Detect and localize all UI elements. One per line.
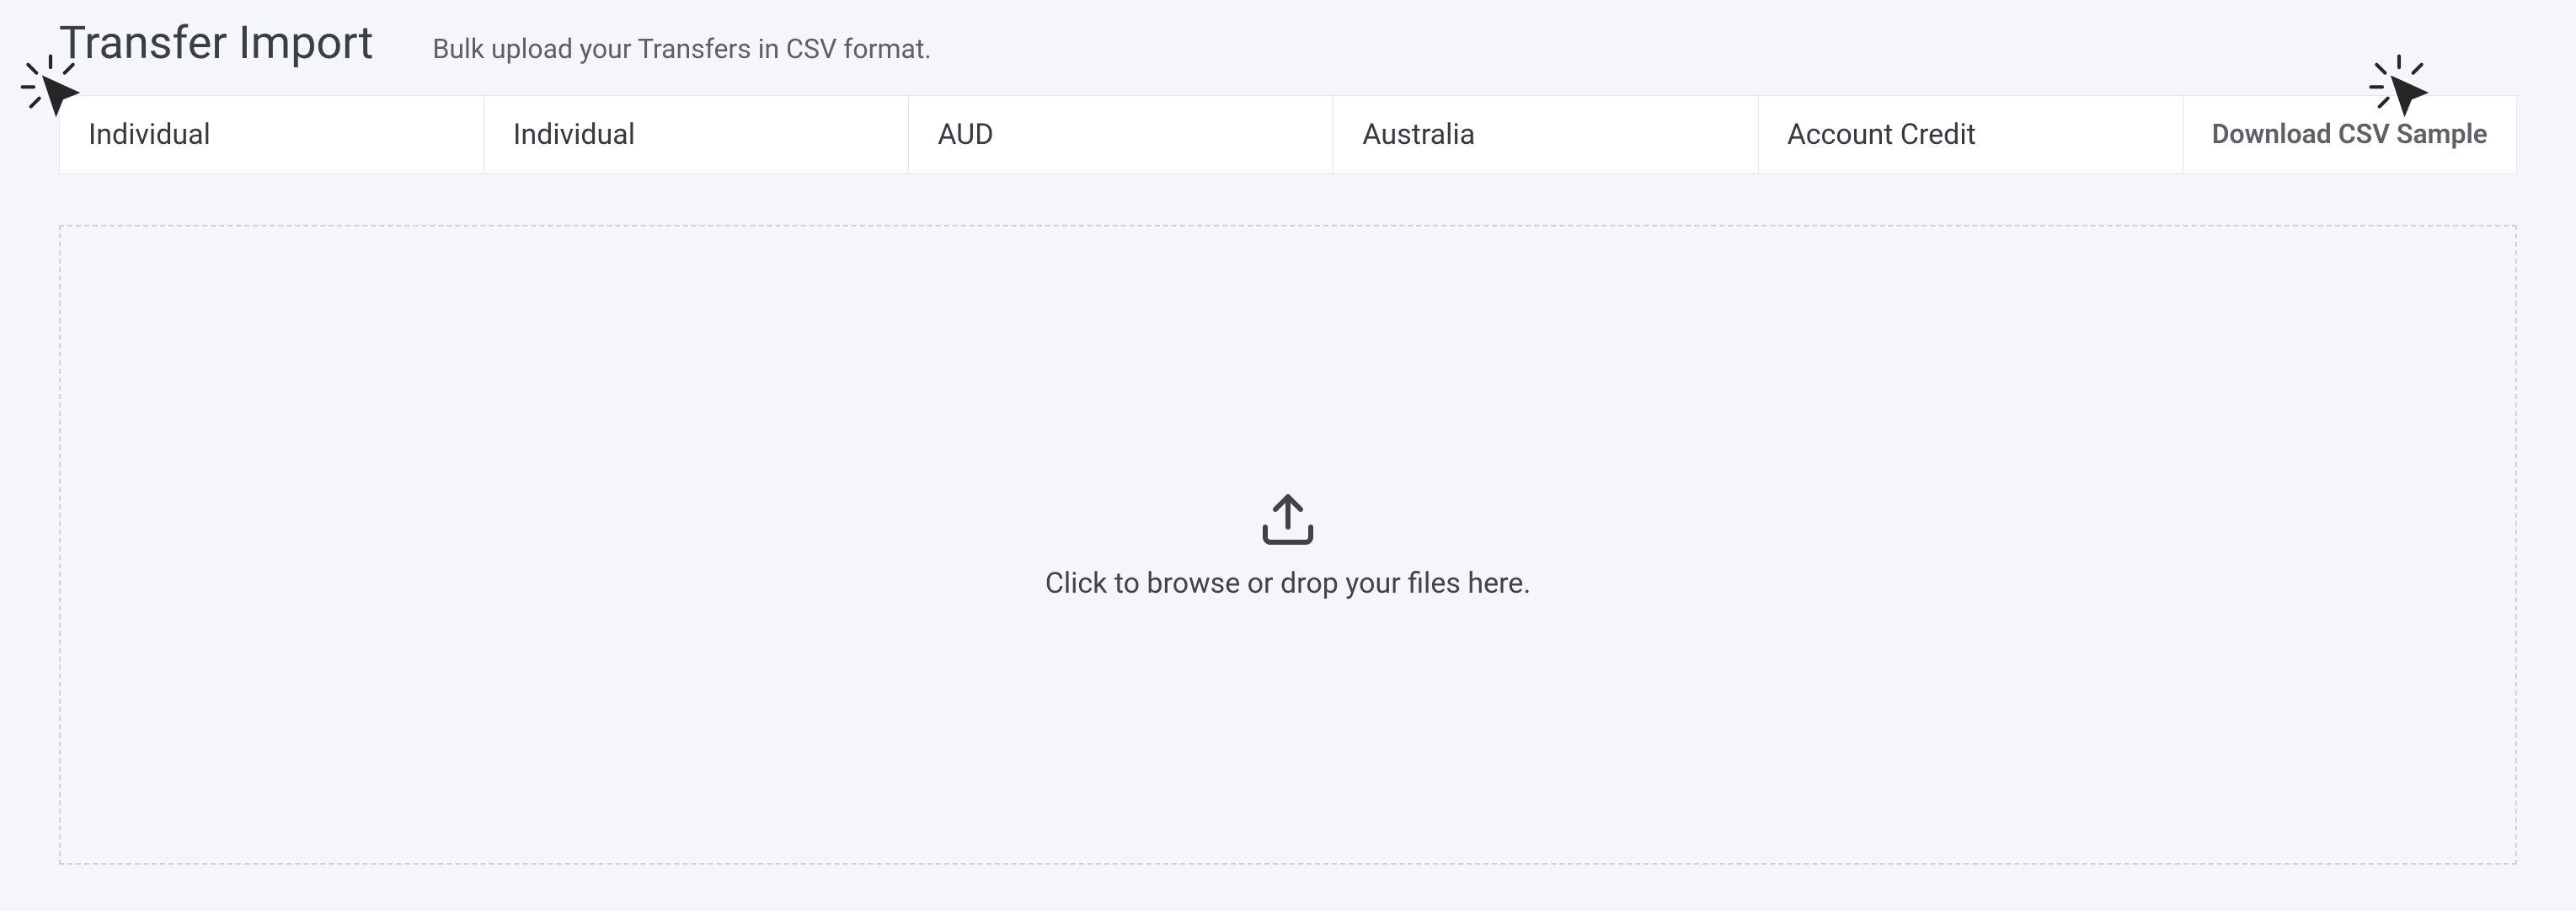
page-title: Transfer Import <box>59 17 373 70</box>
filter-sender-type[interactable]: Individual <box>59 95 484 174</box>
upload-icon <box>1258 489 1318 550</box>
filter-payment-method[interactable]: Account Credit <box>1759 95 2183 174</box>
filter-country[interactable]: Australia <box>1333 95 1758 174</box>
dropzone-text: Click to browse or drop your files here. <box>1045 567 1531 600</box>
download-csv-sample-button[interactable]: Download CSV Sample <box>2183 95 2517 174</box>
filter-row: Individual Individual AUD Australia Acco… <box>59 95 2517 174</box>
file-dropzone[interactable]: Click to browse or drop your files here. <box>59 225 2517 865</box>
page-subtitle: Bulk upload your Transfers in CSV format… <box>432 33 931 65</box>
header-row: Transfer Import Bulk upload your Transfe… <box>59 17 2517 70</box>
filter-currency[interactable]: AUD <box>909 95 1333 174</box>
filter-recipient-type[interactable]: Individual <box>484 95 909 174</box>
